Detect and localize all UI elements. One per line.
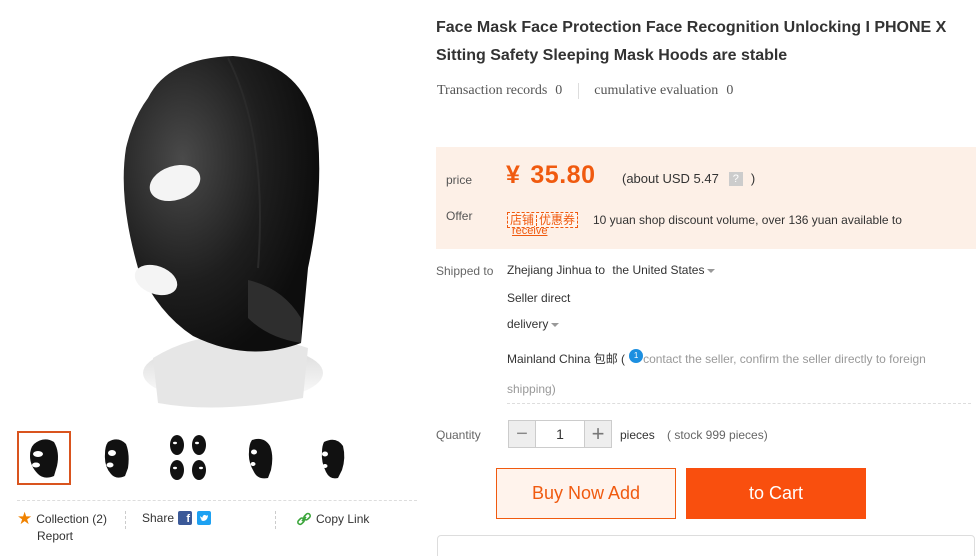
copy-link-button[interactable]: Copy Link bbox=[296, 511, 369, 527]
records-separator bbox=[578, 83, 580, 99]
chevron-down-icon bbox=[707, 268, 716, 273]
offer-description: 10 yuan shop discount volume, over 136 y… bbox=[593, 213, 902, 227]
increase-quantity-button[interactable]: + bbox=[585, 421, 611, 447]
bottom-panel bbox=[437, 535, 975, 556]
thumbnail-2[interactable] bbox=[89, 431, 143, 485]
shipping-divider bbox=[507, 403, 971, 404]
quantity-stepper: − + bbox=[508, 420, 612, 448]
cumulative-evaluation-label: cumulative evaluation bbox=[594, 83, 719, 98]
delivery-label: delivery bbox=[507, 317, 549, 331]
usd-text: (about USD 5.47 bbox=[622, 171, 719, 186]
thumbnail-4[interactable] bbox=[233, 431, 287, 485]
share-label: Share bbox=[142, 511, 175, 525]
quantity-unit: pieces bbox=[620, 428, 655, 442]
seller-direct-text: Seller direct bbox=[507, 291, 571, 305]
link-icon bbox=[297, 512, 311, 526]
facebook-icon[interactable]: f bbox=[178, 511, 193, 525]
thumbnail-5[interactable] bbox=[305, 431, 359, 485]
thumbnail-1[interactable] bbox=[17, 431, 71, 485]
social-separator bbox=[125, 511, 126, 529]
buy-now-button[interactable]: Buy Now Add bbox=[496, 468, 676, 519]
transaction-records-value: 0 bbox=[555, 83, 563, 98]
offer-label: Offer bbox=[446, 209, 473, 223]
collection-button[interactable]: ★ Collection (2) bbox=[17, 509, 117, 528]
help-icon[interactable]: ? bbox=[728, 171, 743, 186]
usd-conversion: (about USD 5.47 ? ) bbox=[622, 171, 755, 186]
price-value: ¥35.80 bbox=[506, 161, 595, 190]
delivery-dropdown[interactable]: delivery bbox=[507, 317, 560, 331]
star-icon: ★ bbox=[17, 509, 33, 528]
chevron-down-icon bbox=[551, 322, 560, 327]
share-group: Share f bbox=[142, 511, 212, 525]
main-product-image[interactable] bbox=[18, 18, 416, 415]
thumbnail-strip bbox=[17, 431, 377, 485]
report-link[interactable]: Report bbox=[37, 529, 73, 543]
price-panel: price ¥35.80 (about USD 5.47 ? ) Offer 店… bbox=[436, 147, 976, 249]
thumbnail-3[interactable] bbox=[161, 431, 215, 485]
destination-label: the United States bbox=[612, 263, 705, 277]
social-separator bbox=[275, 511, 276, 529]
shipping-region: Mainland China 包邮 ( bbox=[507, 352, 626, 366]
shipping-route: Zhejiang Jinhua to the United States bbox=[507, 263, 716, 277]
currency-symbol: ¥ bbox=[506, 161, 521, 189]
copy-link-label: Copy Link bbox=[316, 512, 370, 526]
shipped-to-label: Shipped to bbox=[436, 264, 494, 278]
quantity-label: Quantity bbox=[436, 428, 481, 442]
add-to-cart-button[interactable]: to Cart bbox=[686, 468, 866, 519]
shipping-note: Mainland China 包邮 (1 contact the seller, … bbox=[507, 344, 967, 404]
price-amount: 35.80 bbox=[530, 161, 596, 189]
receive-coupon-link[interactable]: receive bbox=[512, 225, 547, 237]
product-title: Face Mask Face Protection Face Recogniti… bbox=[436, 19, 947, 64]
info-badge-icon[interactable]: 1 bbox=[629, 348, 644, 363]
transaction-records-label: Transaction records bbox=[437, 83, 548, 98]
gallery-divider bbox=[17, 500, 417, 501]
hood-mask-image bbox=[123, 56, 323, 408]
collection-label: Collection (2) bbox=[36, 512, 107, 526]
price-label: price bbox=[446, 173, 473, 187]
cumulative-evaluation-value: 0 bbox=[726, 83, 734, 98]
destination-dropdown[interactable]: the United States bbox=[612, 263, 716, 277]
usd-close: ) bbox=[750, 171, 756, 186]
shipping-origin: Zhejiang Jinhua to bbox=[507, 263, 606, 277]
stock-info: ( stock 999 pieces) bbox=[667, 428, 768, 442]
decrease-quantity-button[interactable]: − bbox=[509, 421, 535, 447]
twitter-icon[interactable] bbox=[197, 511, 212, 525]
quantity-input[interactable] bbox=[535, 421, 585, 447]
records-row: Transaction records 0 cumulative evaluat… bbox=[437, 83, 733, 99]
